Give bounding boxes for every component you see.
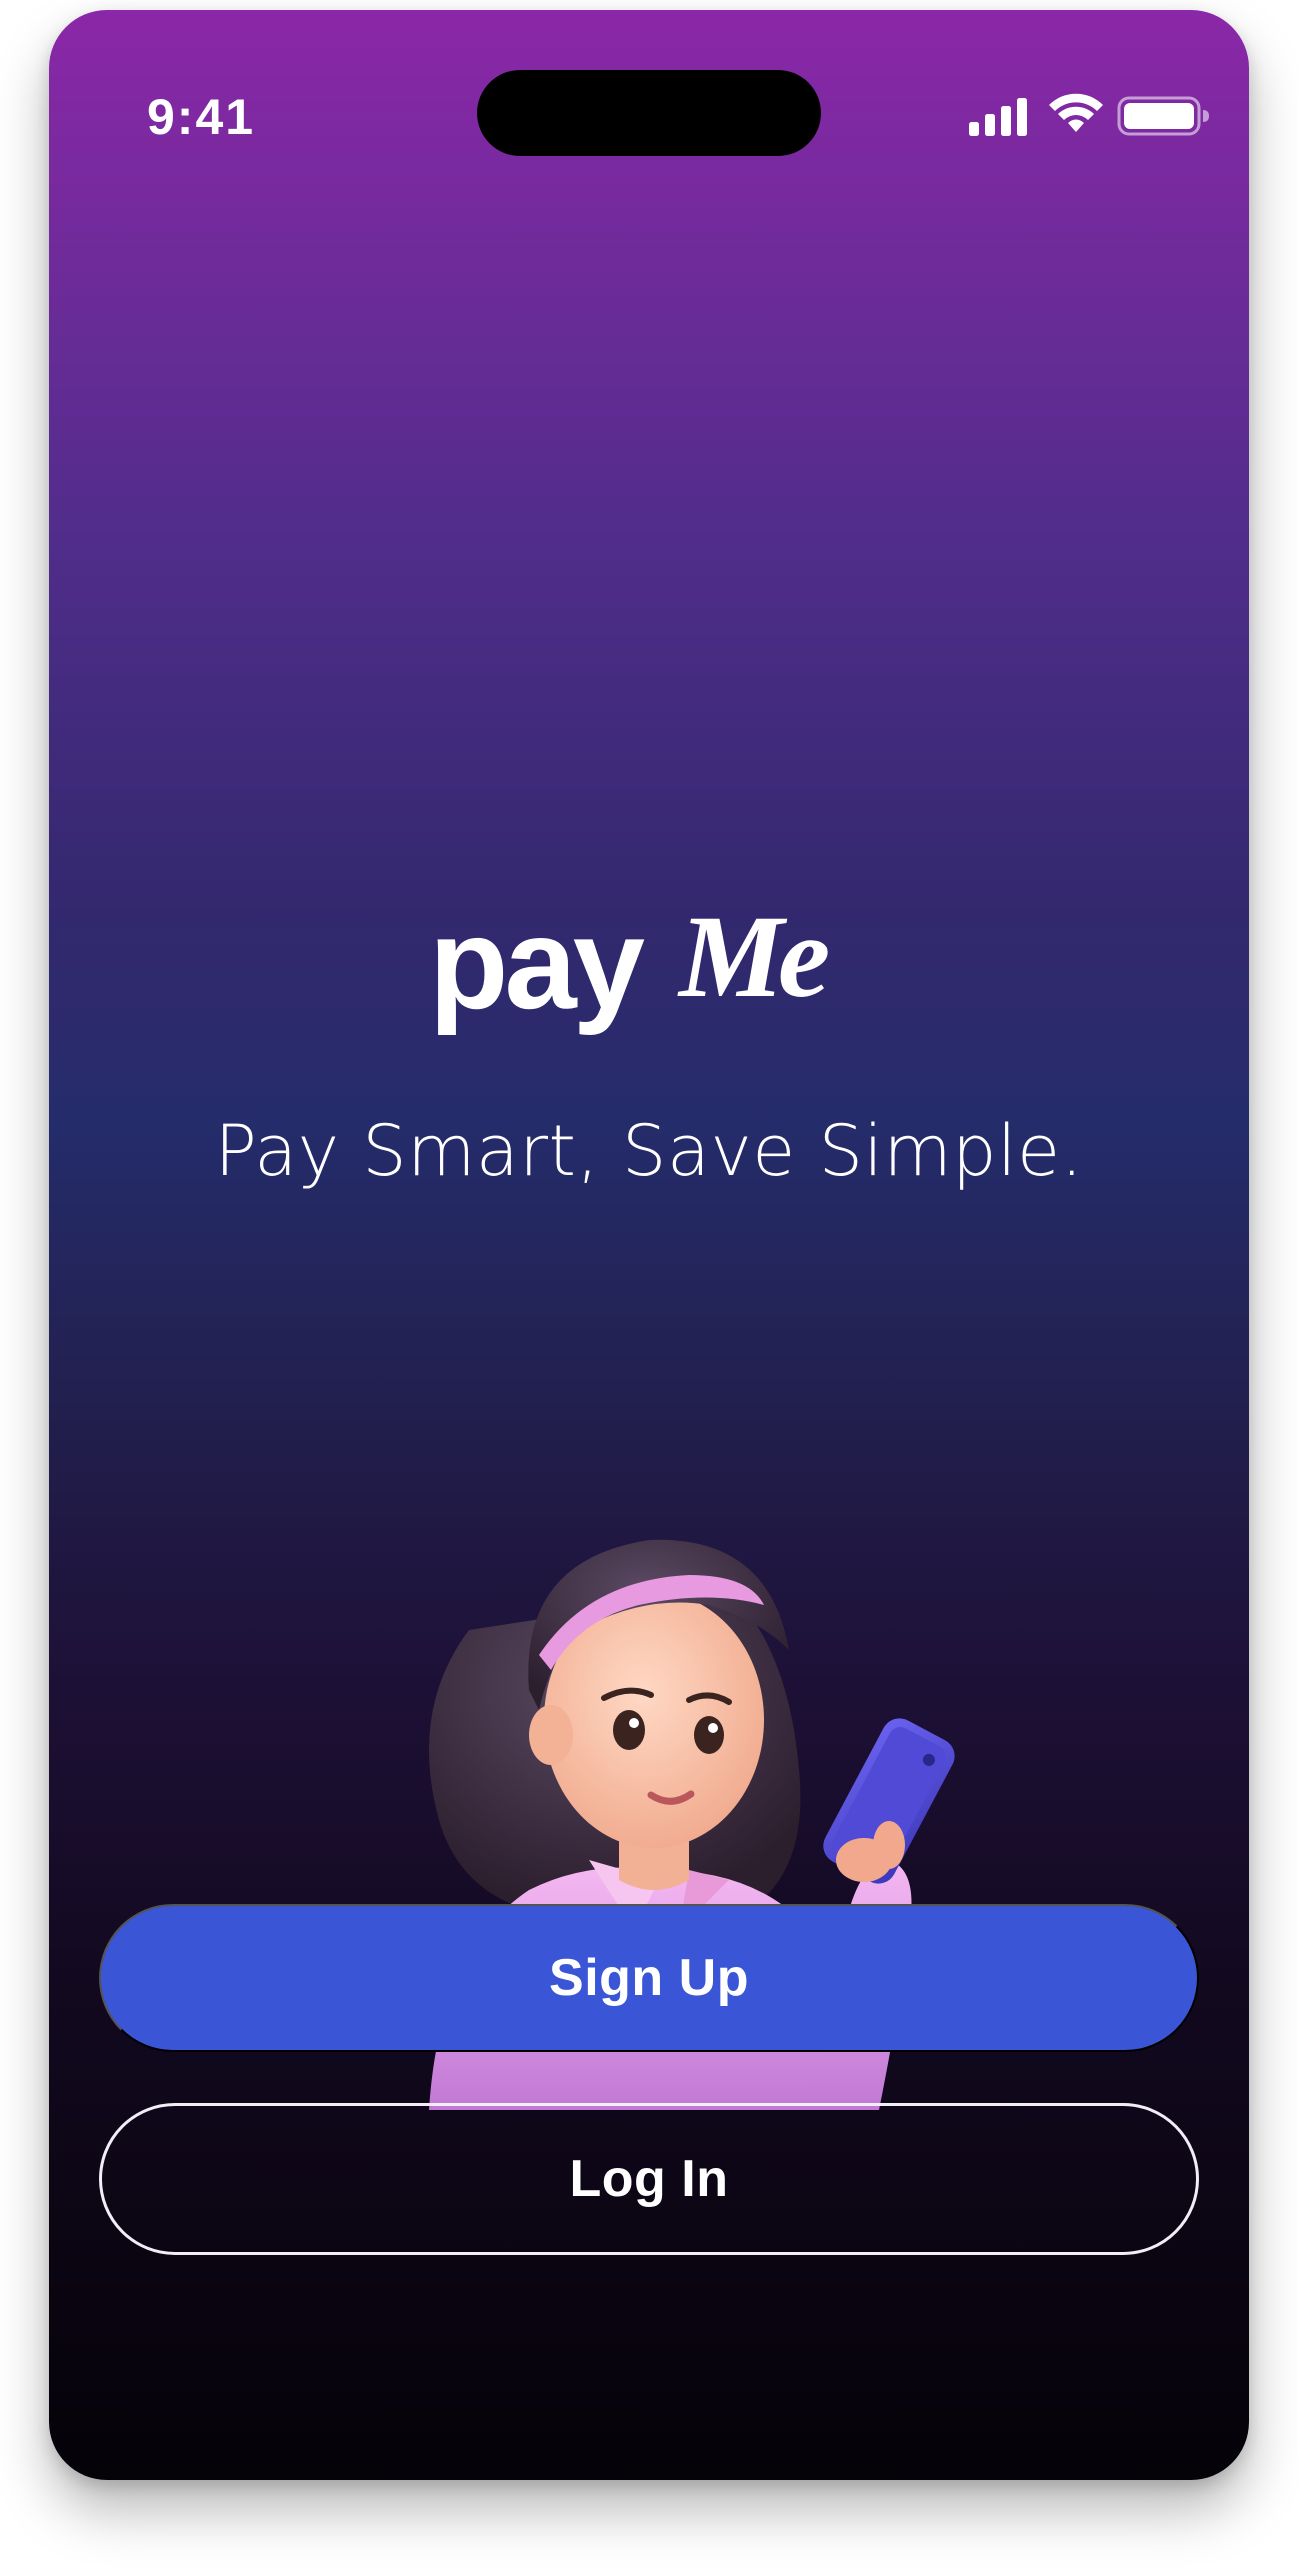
sign-up-button[interactable]: Sign Up bbox=[99, 1904, 1199, 2052]
logo-text-pay: pay bbox=[429, 890, 645, 1036]
status-bar: 9:41 bbox=[49, 10, 1249, 156]
tagline: Pay Smart, Save Simple. bbox=[214, 1110, 1084, 1192]
payme-logo: pay Me bbox=[429, 890, 869, 1050]
wifi-icon bbox=[1049, 93, 1103, 132]
log-in-button[interactable]: Log In bbox=[99, 2103, 1199, 2255]
cellular-signal-icon bbox=[969, 98, 1027, 136]
dynamic-island bbox=[477, 70, 821, 156]
status-icons bbox=[967, 90, 1217, 140]
battery-icon bbox=[1117, 96, 1209, 136]
status-time: 9:41 bbox=[147, 89, 256, 145]
phone-screen: 9:41 pay Me Pay Smart, Save Simple. Sign… bbox=[49, 10, 1249, 2480]
logo-text-me: Me bbox=[677, 891, 828, 1022]
